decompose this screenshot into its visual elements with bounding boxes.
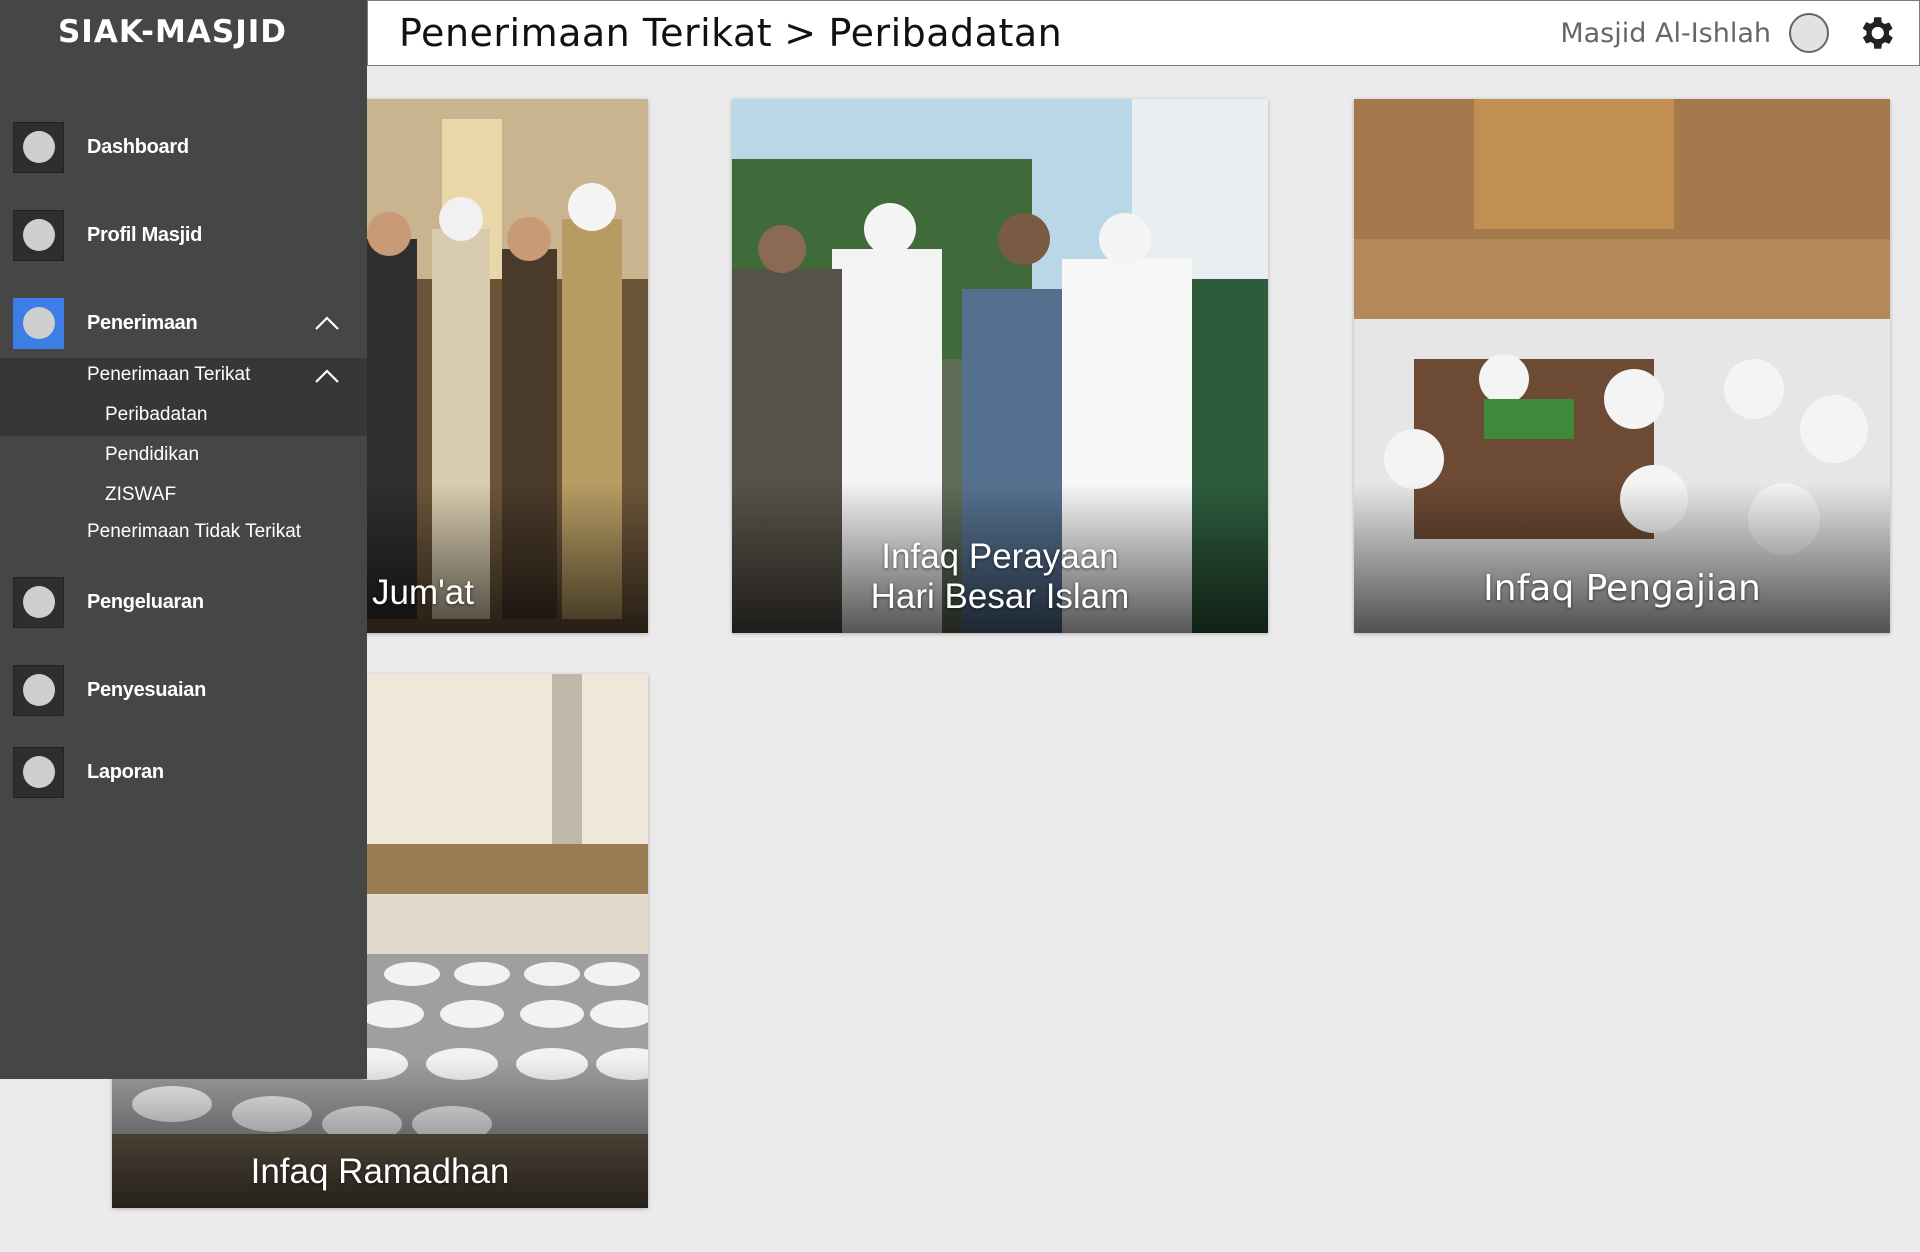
- gear-icon[interactable]: [1855, 12, 1897, 54]
- card-caption-line-1: Infaq Perayaan: [881, 537, 1119, 576]
- card-caption: Infaq Pengajian: [1483, 568, 1761, 609]
- sidebar-item-dashboard[interactable]: Dashboard: [0, 117, 367, 177]
- submenu-label: Penerimaan Tidak Terikat: [87, 521, 302, 542]
- submenu-label: ZISWAF: [105, 484, 177, 505]
- breadcrumb: Penerimaan Terikat > Peribadatan: [399, 11, 1062, 55]
- sidebar-subitem-penerimaan-terikat[interactable]: Penerimaan Terikat: [0, 358, 367, 398]
- sidebar-subitem-peribadatan[interactable]: Peribadatan: [0, 398, 367, 436]
- avatar[interactable]: [1789, 13, 1829, 53]
- sidebar-item-label: Penerimaan: [87, 311, 198, 334]
- pengeluaran-icon: [13, 576, 64, 628]
- breadcrumb-parent[interactable]: Penerimaan Terikat: [399, 11, 772, 55]
- submenu-label: Pendidikan: [105, 444, 200, 465]
- laporan-icon: [13, 746, 64, 798]
- card-shade: [1354, 483, 1890, 633]
- top-bar: Penerimaan Terikat > Peribadatan Masjid …: [367, 0, 1920, 66]
- sidebar-subitem-ziswaf[interactable]: ZISWAF: [0, 478, 367, 516]
- sidebar-item-laporan[interactable]: Laporan: [0, 742, 367, 802]
- penyesuaian-icon: [13, 664, 64, 716]
- profile-icon: [13, 209, 64, 261]
- app-title: SIAK-MASJID: [57, 14, 287, 50]
- sidebar-item-penerimaan[interactable]: Penerimaan: [0, 293, 367, 353]
- card-caption: Infaq Perayaan Hari Besar Islam: [732, 537, 1268, 617]
- sidebar: SIAK-MASJID Dashboard Profil Masjid Pene…: [0, 0, 367, 1079]
- mosque-name: Masjid Al-Ishlah: [1560, 17, 1771, 49]
- card-caption: Infaq Ramadhan: [250, 1152, 510, 1191]
- card-infaq-pengajian[interactable]: Infaq Pengajian: [1354, 99, 1890, 633]
- dashboard-icon: [13, 121, 64, 173]
- sidebar-item-label: Laporan: [87, 760, 164, 783]
- chevron-up-icon[interactable]: [314, 368, 340, 384]
- card-caption-line-2: Hari Besar Islam: [870, 577, 1130, 616]
- submenu-label: Peribadatan: [105, 404, 208, 425]
- sidebar-item-penyesuaian[interactable]: Penyesuaian: [0, 660, 367, 720]
- sidebar-item-label: Pengeluaran: [87, 590, 204, 613]
- sidebar-subitem-penerimaan-tidak-terikat[interactable]: Penerimaan Tidak Terikat: [0, 515, 367, 553]
- submenu-label: Penerimaan Terikat: [87, 364, 251, 385]
- penerimaan-icon: [13, 297, 64, 349]
- breadcrumb-current: Peribadatan: [828, 11, 1063, 55]
- sidebar-item-label: Profil Masjid: [87, 223, 203, 246]
- sidebar-item-label: Penyesuaian: [87, 678, 206, 701]
- chevron-up-icon[interactable]: [314, 315, 340, 331]
- breadcrumb-separator: >: [784, 11, 817, 55]
- sidebar-subitem-pendidikan[interactable]: Pendidikan: [0, 438, 367, 476]
- sidebar-item-profil-masjid[interactable]: Profil Masjid: [0, 205, 367, 265]
- header-right: Masjid Al-Ishlah: [1560, 12, 1897, 54]
- card-infaq-hari-besar-islam[interactable]: Infaq Perayaan Hari Besar Islam: [732, 99, 1268, 633]
- sidebar-item-label: Dashboard: [87, 135, 189, 158]
- sidebar-item-pengeluaran[interactable]: Pengeluaran: [0, 572, 367, 632]
